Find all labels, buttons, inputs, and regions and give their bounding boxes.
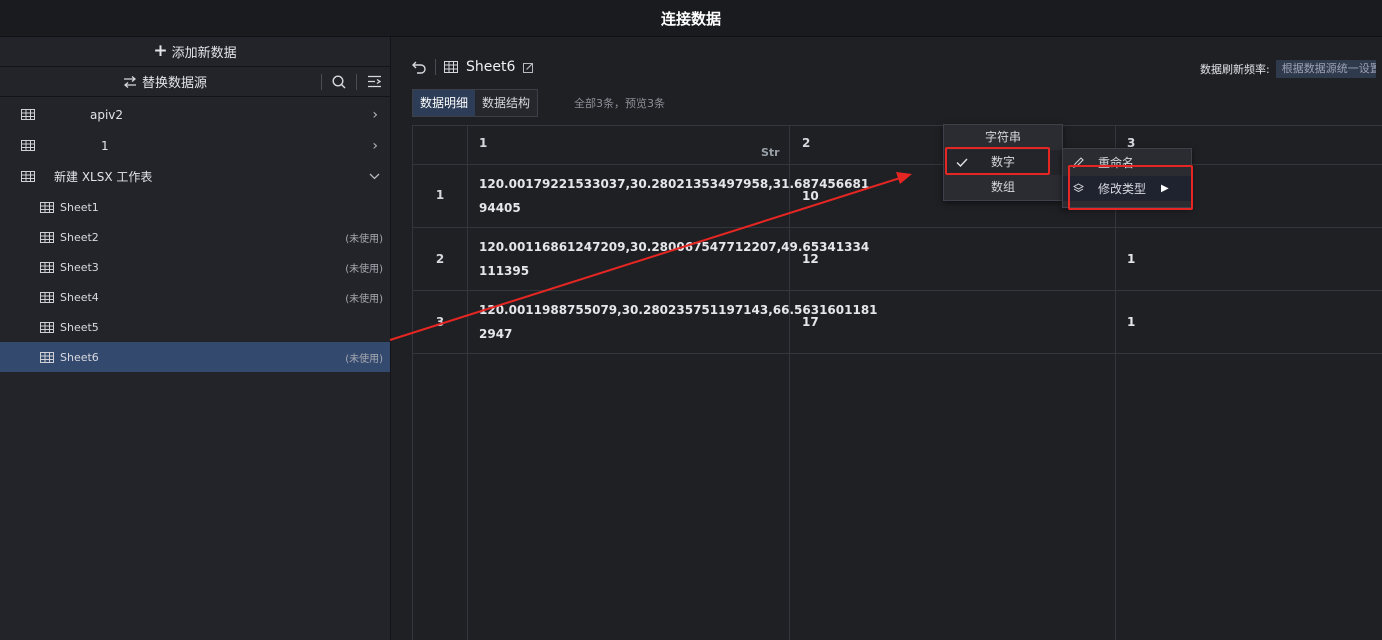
sheet-name: Sheet6 [60, 350, 99, 364]
window-title: 连接数据 [660, 9, 721, 28]
table-icon [40, 291, 54, 303]
check-icon [956, 158, 968, 167]
divider [356, 73, 357, 90]
row-number: 2 [435, 252, 445, 266]
sheet-name: Sheet5 [60, 320, 99, 334]
source-item-1[interactable]: 1 › [0, 130, 390, 161]
chevron-right-icon: › [372, 137, 378, 154]
table-cell: 1 [1127, 315, 1136, 329]
sheet-name: Sheet1 [60, 200, 99, 214]
refresh-setting: 数据刷新频率: 根据数据源统一设置 [1200, 60, 1376, 78]
swap-icon [123, 75, 136, 88]
menu-item-change-type[interactable]: 修改类型 ▶ [1063, 176, 1191, 201]
menu-item-number[interactable]: 数字 [944, 150, 1062, 175]
divider [321, 73, 322, 90]
view-tabs: 数据明细 数据结构 [412, 89, 539, 117]
table-icon [21, 109, 35, 120]
replace-source-bar: 替换数据源 [0, 67, 390, 97]
sheet-status: (未使用) [345, 263, 383, 275]
source-item-apiv2[interactable]: apiv2 › [0, 99, 390, 130]
table-icon [40, 321, 54, 333]
filter-list-icon[interactable] [367, 75, 382, 88]
row-number: 1 [435, 188, 445, 202]
source-name: 1 [101, 138, 109, 153]
sheet-name: Sheet3 [60, 260, 99, 274]
table-icon [40, 231, 54, 243]
edit-icon[interactable] [523, 62, 534, 73]
menu-item-rename[interactable]: 重命名 [1063, 150, 1191, 175]
menu-item-string[interactable]: 字符串 [944, 125, 1062, 150]
chevron-down-icon [369, 173, 380, 180]
table-cell: 111395 [479, 264, 530, 278]
layers-icon [1073, 183, 1084, 193]
replace-source-button[interactable]: 替换数据源 [0, 72, 330, 91]
replace-source-label: 替换数据源 [141, 76, 207, 91]
search-icon[interactable] [332, 74, 346, 89]
table-cell: 2947 [479, 327, 513, 341]
chevron-right-icon: › [372, 106, 378, 123]
plus-icon: + [153, 41, 168, 61]
sheet-status: (未使用) [345, 353, 383, 365]
sheet-item[interactable]: Sheet4 (未使用) [0, 282, 390, 312]
undo-icon[interactable] [412, 61, 427, 74]
source-item-xlsx[interactable]: 新建 XLSX 工作表 [0, 161, 390, 192]
column-header[interactable]: 1 [479, 136, 487, 150]
sheet-item-active[interactable]: Sheet6 (未使用) [0, 342, 390, 372]
table-cell: 10 [802, 189, 819, 203]
sheet-item[interactable]: Sheet5 [0, 312, 390, 342]
source-name: apiv2 [90, 107, 124, 122]
sheet-name: Sheet2 [60, 230, 99, 244]
sheet-header: Sheet6 [412, 59, 534, 75]
sheet-title: Sheet6 [466, 59, 516, 75]
sheet-status: (未使用) [345, 293, 383, 305]
pencil-icon [1073, 157, 1084, 168]
table-icon [40, 201, 54, 213]
refresh-label: 数据刷新频率: [1200, 63, 1270, 76]
table-icon [40, 261, 54, 273]
record-count: 全部3条，预览3条 [574, 97, 665, 110]
sheet-item[interactable]: Sheet3 (未使用) [0, 252, 390, 282]
table-cell: 1 [1127, 252, 1136, 266]
column-header[interactable]: 2 [802, 136, 810, 150]
column-context-menu: 重命名 修改类型 ▶ [1062, 148, 1192, 208]
table-cell: 12 [802, 252, 819, 266]
sheet-item[interactable]: Sheet2 (未使用) [0, 222, 390, 252]
table-icon [444, 61, 458, 73]
data-table: 1 Str 2 3 1 120.00179221533037,30.280213… [412, 125, 1382, 640]
source-name: 新建 XLSX 工作表 [54, 170, 153, 184]
table-icon [40, 351, 54, 363]
menu-item-label: 修改类型 [1098, 182, 1147, 196]
sidebar: + 添加新数据 替换数据源 apiv2 › 1 › 新建 XLSX 工作表 Sh… [0, 37, 391, 640]
table-icon [21, 171, 35, 182]
menu-item-label: 数组 [990, 180, 1015, 194]
tab-data-structure[interactable]: 数据结构 [475, 90, 538, 116]
add-data-button[interactable]: + 添加新数据 [0, 37, 390, 67]
source-tree: apiv2 › 1 › 新建 XLSX 工作表 Sheet1 Sheet2 (未… [0, 97, 390, 372]
refresh-select[interactable]: 根据数据源统一设置 [1275, 60, 1376, 78]
sheet-item[interactable]: Sheet1 [0, 192, 390, 222]
row-number: 3 [435, 315, 445, 329]
string-type-icon[interactable]: Str [761, 146, 780, 159]
menu-item-label: 字符串 [984, 130, 1021, 144]
caret-right-icon: ▶ [1161, 183, 1169, 194]
tab-data-detail[interactable]: 数据明细 [413, 90, 476, 116]
menu-item-label: 重命名 [1098, 156, 1135, 170]
divider [435, 59, 436, 75]
title-bar: 连接数据 [0, 0, 1382, 37]
menu-item-label: 数字 [990, 155, 1015, 169]
table-cell: 94405 [479, 201, 521, 215]
type-submenu: 字符串 数字 数组 [943, 124, 1063, 201]
add-data-label: 添加新数据 [171, 46, 237, 61]
table-cell: 17 [802, 315, 819, 329]
table-icon [21, 140, 35, 151]
sheet-name: Sheet4 [60, 290, 99, 304]
menu-item-array[interactable]: 数组 [944, 175, 1062, 200]
main-panel: Sheet6 数据刷新频率: 根据数据源统一设置 数据明细 数据结构 全部3条，… [392, 37, 1382, 640]
sheet-status: (未使用) [345, 233, 383, 245]
